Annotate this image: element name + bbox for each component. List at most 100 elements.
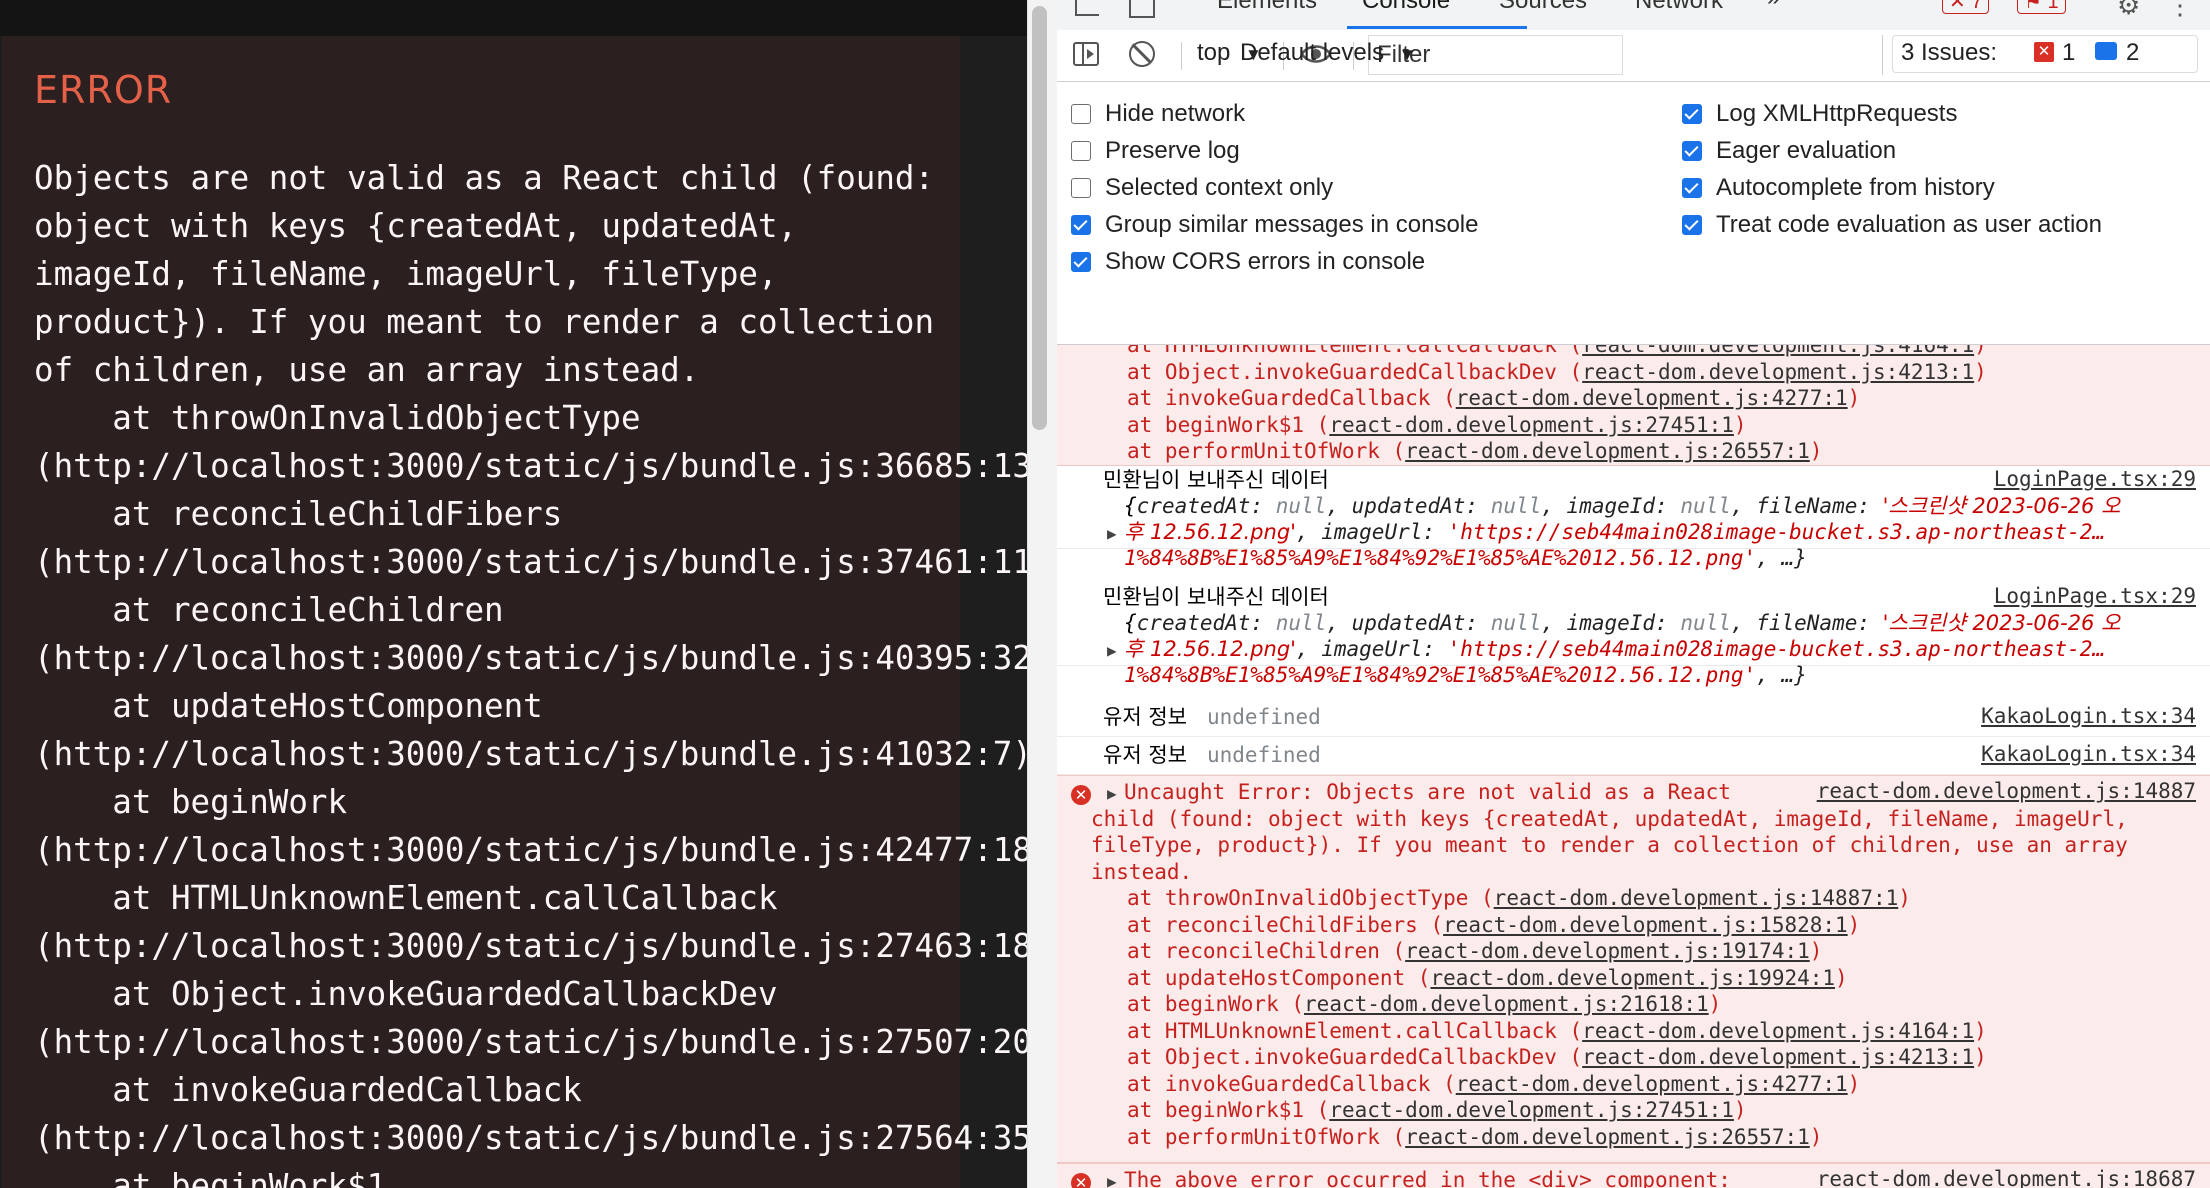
expand-triangle-icon[interactable]: ▶ <box>1107 779 1117 808</box>
checkbox[interactable] <box>1071 141 1091 161</box>
stack-frame: at invokeGuardedCallback (react-dom.deve… <box>1127 1071 1861 1096</box>
stack-frame: at invokeGuardedCallback (react-dom.deve… <box>1127 386 1861 410</box>
overlay-top-bar <box>0 0 1027 36</box>
stack-frame: at reconcileChildren (react-dom.developm… <box>1127 939 1823 963</box>
tab-network[interactable]: Network <box>1635 0 1723 15</box>
setting-show-cors-errors[interactable]: Show CORS errors in console <box>1071 244 1425 280</box>
log-value: undefined <box>1207 743 1321 767</box>
checkbox[interactable] <box>1071 252 1091 272</box>
log-label: 민환님이 보내주신 데이터 <box>1103 585 1329 609</box>
log-source-link[interactable]: KakaoLogin.tsx:34 <box>1981 742 2196 766</box>
stack-frame-function: at beginWork$1 <box>1127 412 1317 437</box>
error-source-link[interactable]: react-dom.development.js:18687 <box>1817 1167 2196 1188</box>
setting-group-similar[interactable]: Group similar messages in console <box>1071 207 1479 243</box>
setting-label: Autocomplete from history <box>1716 174 1995 201</box>
setting-autocomplete-history[interactable]: Autocomplete from history <box>1682 170 1995 206</box>
log-label: 유저 정보 <box>1103 743 1187 767</box>
log-levels-dropdown[interactable]: Default levels ▼ <box>1240 39 1416 67</box>
checkbox[interactable] <box>1071 215 1091 235</box>
error-count-badge[interactable]: ✕ 7 <box>1942 0 1990 14</box>
log-source-link[interactable]: LoginPage.tsx:29 <box>1994 467 2196 491</box>
checkbox[interactable] <box>1682 141 1702 161</box>
devtools-panel: Elements Console Sources Network » ✕ 7 ⚑… <box>1057 0 2210 1188</box>
stack-frame: at HTMLUnknownElement.callCallback (reac… <box>1127 1018 1987 1043</box>
setting-label: Show CORS errors in console <box>1105 248 1426 275</box>
stack-frame-link[interactable]: react-dom.development.js:27451:1 <box>1329 1098 1734 1122</box>
setting-treat-user-action[interactable]: Treat code evaluation as user action <box>1682 207 2102 243</box>
stack-frame-link[interactable]: react-dom.development.js:4277:1 <box>1456 386 1848 410</box>
gear-icon[interactable]: ⚙ <box>2117 0 2140 21</box>
stack-frame-function: at performUnitOfWork <box>1127 1124 1393 1149</box>
tab-console[interactable]: Console <box>1362 0 1450 15</box>
stack-frame: at Object.invokeGuardedCallbackDev (reac… <box>1127 359 1987 384</box>
stack-frame-link[interactable]: react-dom.development.js:15828:1 <box>1443 913 1848 937</box>
stack-frame-link[interactable]: react-dom.development.js:26557:1 <box>1405 439 1810 463</box>
stack-frame-link[interactable]: react-dom.development.js:4164:1 <box>1582 1019 1974 1043</box>
tab-sources[interactable]: Sources <box>1499 0 1587 15</box>
stack-frame-function: at beginWork$1 <box>1127 1098 1317 1122</box>
checkbox[interactable] <box>1071 178 1091 198</box>
stack-frame-link[interactable]: react-dom.development.js:26557:1 <box>1405 1125 1810 1149</box>
setting-selected-context-only[interactable]: Selected context only <box>1071 170 1333 206</box>
expand-triangle-icon[interactable]: ▶ <box>1107 519 1117 548</box>
console-settings-pane: Hide network Log XMLHttpRequests Preserv… <box>1057 82 2210 345</box>
stack-frame: at beginWork$1 (react-dom.development.js… <box>1127 1098 1747 1122</box>
setting-hide-network[interactable]: Hide network <box>1071 96 1245 132</box>
devtools-tab-bar: Elements Console Sources Network » ✕ 7 ⚑… <box>1057 0 2210 31</box>
error-circle-icon: ✕ <box>1071 785 1091 805</box>
stack-frame-function: at Object.invokeGuardedCallbackDev <box>1127 359 1570 384</box>
setting-eager-evaluation[interactable]: Eager evaluation <box>1682 133 1896 169</box>
stack-frame-link[interactable]: react-dom.development.js:27451:1 <box>1329 413 1734 437</box>
issue-count-badge[interactable]: ⚑ 1 <box>2017 0 2066 14</box>
tab-elements[interactable]: Elements <box>1217 0 1317 15</box>
stack-frame-function: at updateHostComponent <box>1127 965 1418 990</box>
setting-label: Hide network <box>1105 100 1246 127</box>
console-error-partial: at HTMLUnknownElement.callCallback (reac… <box>1057 345 2210 466</box>
setting-label: Group similar messages in console <box>1105 211 1479 238</box>
stack-frame-link[interactable]: react-dom.development.js:14887:1 <box>1494 886 1899 910</box>
stack-frame-link[interactable]: react-dom.development.js:4277:1 <box>1456 1072 1848 1096</box>
error-text-line: instead. <box>1091 859 1193 884</box>
log-label: 민환님이 보내주신 데이터 <box>1103 468 1329 492</box>
expand-triangle-icon[interactable]: ▶ <box>1107 636 1117 665</box>
log-source-link[interactable]: KakaoLogin.tsx:34 <box>1981 704 2196 728</box>
checkbox[interactable] <box>1682 104 1702 124</box>
stack-frame-link[interactable]: react-dom.development.js:4164:1 <box>1582 345 1974 357</box>
issues-button[interactable]: 3 Issues: ✕ 1 2 <box>1882 35 2202 75</box>
stack-frame: at performUnitOfWork (react-dom.developm… <box>1127 1124 1823 1149</box>
console-log-message: 유저 정보 undefined KakaoLogin.tsx:34 <box>1057 737 2210 775</box>
clear-console-icon[interactable] <box>1129 41 1155 67</box>
log-value: undefined <box>1207 705 1321 729</box>
issues-info-count: 2 <box>2126 39 2140 66</box>
stack-frame-link[interactable]: react-dom.development.js:19174:1 <box>1405 939 1810 963</box>
sidebar-toggle-icon[interactable] <box>1073 42 1099 66</box>
stack-frame-function: at Object.invokeGuardedCallbackDev <box>1127 1045 1570 1069</box>
more-tabs-chevron-icon[interactable]: » <box>1767 0 1780 12</box>
caret-down-icon: ▼ <box>1398 45 1416 64</box>
checkbox[interactable] <box>1682 215 1702 235</box>
stack-frame-link[interactable]: react-dom.development.js:19924:1 <box>1430 966 1835 990</box>
more-options-icon[interactable]: ⋮ <box>2167 0 2193 21</box>
stack-frame-link[interactable]: react-dom.development.js:21618:1 <box>1304 992 1709 1016</box>
inspect-element-icon[interactable] <box>1075 0 1099 16</box>
setting-preserve-log[interactable]: Preserve log <box>1071 133 1240 169</box>
device-toolbar-icon[interactable] <box>1129 0 1155 18</box>
expand-triangle-icon[interactable]: ▶ <box>1107 1167 1117 1188</box>
error-source-link[interactable]: react-dom.development.js:14887 <box>1817 779 2196 803</box>
error-text-line: fileType, product}). If you meant to ren… <box>1091 833 2128 857</box>
stack-frame-link[interactable]: react-dom.development.js:4213:1 <box>1582 1045 1974 1069</box>
overlay-scroll-thumb[interactable] <box>1032 6 1047 430</box>
toolbar-divider <box>1882 35 1883 75</box>
log-source-link[interactable]: LoginPage.tsx:29 <box>1994 584 2196 608</box>
stack-frame-function: at performUnitOfWork <box>1127 439 1393 463</box>
stack-frame-function: at invokeGuardedCallback <box>1127 386 1444 410</box>
error-count: 7 <box>1971 0 1983 13</box>
console-messages[interactable]: at HTMLUnknownElement.callCallback (reac… <box>1057 345 2210 1188</box>
info-message-icon <box>2095 42 2117 60</box>
checkbox[interactable] <box>1682 178 1702 198</box>
context-value: top <box>1197 39 1231 66</box>
error-circle-icon: ✕ <box>1071 1173 1091 1188</box>
checkbox[interactable] <box>1071 104 1091 124</box>
setting-log-xhr[interactable]: Log XMLHttpRequests <box>1682 96 1957 132</box>
stack-frame-link[interactable]: react-dom.development.js:4213:1 <box>1582 360 1974 384</box>
